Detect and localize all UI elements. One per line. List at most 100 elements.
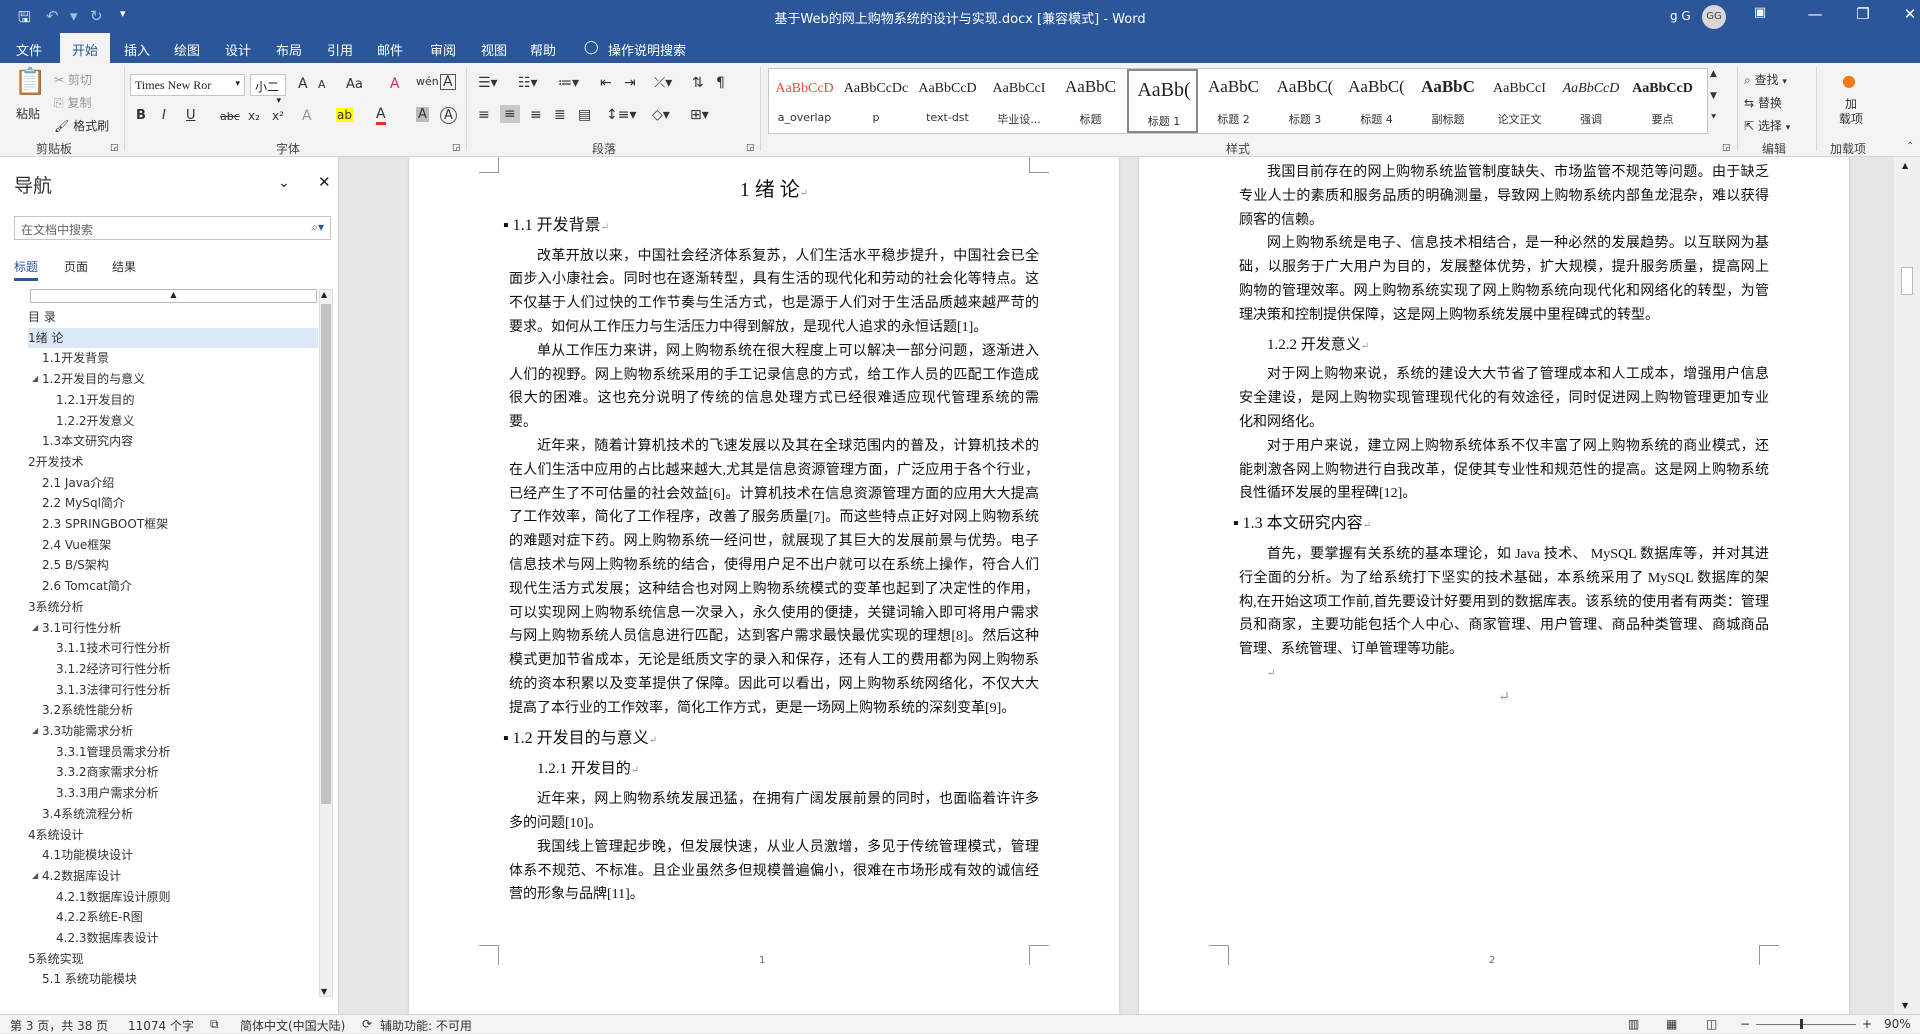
phonetic-guide-icon[interactable]: wén (416, 75, 439, 88)
expand-triangle-icon[interactable]: ◢ (32, 369, 38, 389)
addins-button[interactable]: 加 载项 (1836, 97, 1866, 127)
avatar[interactable]: GG (1702, 5, 1726, 29)
tab-mailings[interactable]: 邮件 (377, 40, 403, 59)
select-button[interactable]: ⇱ 选择 ▾ (1744, 117, 1790, 134)
increase-indent-icon[interactable]: ⇥ (624, 75, 636, 91)
search-icon[interactable]: ⌕▾ (311, 220, 324, 235)
align-left-icon[interactable]: ≡ (478, 107, 490, 123)
clear-format-button[interactable]: A (390, 76, 400, 92)
replace-button[interactable]: ⇆ 替换 (1744, 94, 1782, 111)
proofing-icon[interactable]: ⧉ (210, 1017, 219, 1032)
tab-results[interactable]: 结果 (112, 258, 136, 275)
scroll-down-icon[interactable]: ▼ (321, 987, 327, 996)
justify-icon[interactable]: ≣ (554, 107, 566, 123)
close-icon[interactable]: ✕ (318, 173, 331, 191)
align-center-icon[interactable]: ≡ (500, 105, 520, 123)
style-item[interactable]: AaBbCcDc p (841, 69, 912, 133)
paste-button[interactable]: 粘贴 (16, 105, 40, 122)
print-layout-icon[interactable]: ▦ (1666, 1017, 1677, 1031)
scroll-down-icon[interactable]: ▼ (1902, 1001, 1908, 1010)
char-shading-button[interactable]: A (416, 107, 429, 122)
user-name[interactable]: g G (1670, 9, 1691, 23)
style-item[interactable]: AaBbC(标题 3 (1270, 69, 1341, 133)
document-scrollbar[interactable]: ▲ ▼ (1894, 157, 1920, 1014)
tab-pages[interactable]: 页面 (64, 258, 88, 275)
zoom-in-icon[interactable]: + (1862, 1017, 1872, 1031)
text-effects-button[interactable]: A (302, 108, 312, 124)
accessibility-status[interactable]: 辅助功能: 不可用 (380, 1017, 472, 1034)
word-count[interactable]: 11074 个字 (128, 1017, 194, 1034)
scroll-thumb[interactable] (321, 304, 331, 804)
search-input[interactable]: 在文档中搜索 ⌕▾ (14, 216, 331, 240)
font-launcher-icon[interactable]: ◲ (452, 143, 461, 153)
expand-triangle-icon[interactable]: ◢ (32, 618, 38, 638)
scroll-thumb[interactable] (1901, 267, 1913, 295)
enclose-char-button[interactable]: A (440, 107, 457, 124)
outline-item[interactable]: ◢1绪 论 (28, 327, 318, 348)
language[interactable]: 简体中文(中国大陆) (240, 1017, 345, 1034)
style-item[interactable]: AaBbCcD 强调 (1556, 69, 1627, 133)
font-size-combo[interactable]: 小二 ▾ (250, 74, 286, 105)
tab-draw[interactable]: 绘图 (174, 40, 200, 59)
borders-icon[interactable]: ⊞▾ (690, 107, 709, 123)
addins-icon[interactable]: ● (1842, 71, 1856, 90)
expand-triangle-icon[interactable]: ◢ (32, 866, 38, 886)
superscript-button[interactable]: x² (272, 109, 284, 123)
font-color-button[interactable]: A (376, 107, 386, 125)
tab-view[interactable]: 视图 (481, 40, 507, 59)
zoom-thumb[interactable] (1800, 1019, 1803, 1029)
expand-triangle-icon[interactable]: ◢ (32, 721, 38, 741)
clipboard-launcher-icon[interactable]: ◲ (110, 143, 119, 153)
scroll-up-icon[interactable]: ▲ (30, 289, 317, 303)
highlight-button[interactable]: ab (336, 108, 353, 122)
gallery-down-icon[interactable]: ▼ (1710, 91, 1717, 101)
grow-font-button[interactable]: A (298, 76, 308, 92)
gallery-up-icon[interactable]: ▲ (1710, 69, 1717, 79)
page-count[interactable]: 第 3 页，共 38 页 (10, 1017, 108, 1034)
align-right-icon[interactable]: ≡ (530, 107, 542, 123)
shrink-font-button[interactable]: A (318, 78, 326, 91)
numbering-icon[interactable]: ☷▾ (518, 75, 538, 91)
show-marks-icon[interactable]: ¶ (716, 75, 725, 91)
chevron-down-icon[interactable]: ⌄ (278, 175, 290, 191)
zoom-level[interactable]: 90% (1884, 1017, 1911, 1031)
scroll-up-icon[interactable]: ▲ (1902, 161, 1908, 170)
tab-help[interactable]: 帮助 (530, 40, 556, 59)
chinese-layout-icon[interactable]: ⤫▾ (654, 75, 672, 91)
style-item[interactable]: AaBbC 标题 2 (1198, 69, 1269, 133)
document-page[interactable]: 我国目前存在的网上购物系统监管制度缺失、市场监管不规范等问题。由于缺乏专业人士的… (1139, 157, 1849, 1014)
italic-button[interactable]: I (162, 108, 166, 123)
tab-insert[interactable]: 插入 (124, 40, 150, 59)
subscript-button[interactable]: x₂ (248, 109, 260, 123)
zoom-out-icon[interactable]: − (1740, 1017, 1750, 1031)
char-border-icon[interactable]: A (440, 74, 456, 90)
underline-button[interactable]: U (186, 108, 196, 123)
tab-review[interactable]: 审阅 (430, 40, 456, 59)
style-item[interactable]: AaBbC 副标题 (1413, 69, 1484, 133)
multilevel-list-icon[interactable]: ≔▾ (558, 75, 579, 91)
read-mode-icon[interactable]: ▥ (1628, 1017, 1639, 1031)
style-item[interactable]: AaBb(标题 1 (1126, 69, 1198, 133)
collapse-ribbon-icon[interactable]: ⌃ (1906, 141, 1914, 152)
ribbon-display-icon[interactable]: ▣ (1740, 5, 1780, 20)
style-item[interactable]: AaBbCcD 要点 (1627, 69, 1698, 133)
strikethrough-button[interactable]: abc (220, 110, 240, 123)
styles-launcher-icon[interactable]: ◲ (1722, 143, 1731, 153)
web-layout-icon[interactable]: ◫ (1706, 1017, 1717, 1031)
tell-me-search[interactable]: 操作说明搜索 (608, 40, 686, 59)
format-painter-button[interactable]: 🖌 格式刷 (54, 117, 109, 134)
cut-button[interactable]: ✂ 剪切 (54, 71, 92, 88)
distributed-icon[interactable]: ▤ (578, 107, 591, 123)
style-item[interactable]: AaBbC(标题 4 (1341, 69, 1412, 133)
bullets-icon[interactable]: ☰▾ (478, 75, 498, 91)
paste-icon[interactable]: 📋 (14, 67, 46, 97)
tab-design[interactable]: 设计 (225, 40, 251, 59)
sort-icon[interactable]: ⇅ (692, 75, 704, 91)
close-button[interactable]: ✕ (1890, 5, 1920, 23)
copy-button[interactable]: ⎘ 复制 (54, 94, 91, 111)
style-item[interactable]: AaBbCcD text-dst (912, 69, 983, 133)
change-case-button[interactable]: Aa (346, 77, 363, 92)
font-name-combo[interactable]: Times New Ror ▾ (130, 74, 245, 96)
tab-file[interactable]: 文件 (16, 40, 42, 59)
style-item[interactable]: AaBbCcD a_overlap (769, 69, 840, 133)
